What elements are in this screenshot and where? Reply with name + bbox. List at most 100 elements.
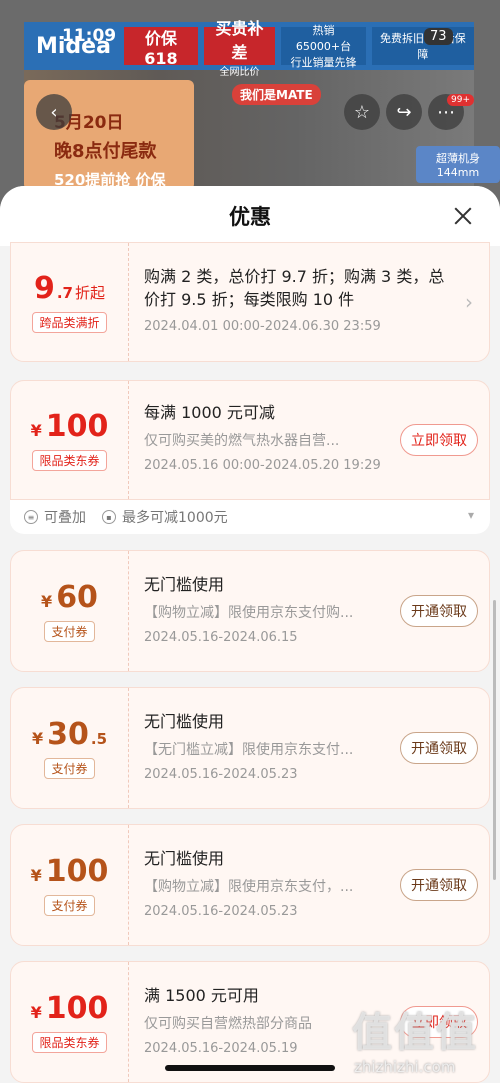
currency-symbol: ¥	[30, 866, 42, 885]
coupon-action-area: 立即领取	[389, 381, 489, 499]
coupon-footer: ≡ 可叠加 ▪ 最多可减1000元 ▾	[10, 500, 490, 534]
max-discount-info: ▪ 最多可减1000元	[102, 507, 228, 527]
stackable-label: 可叠加	[44, 510, 86, 526]
sales-chip: 热销65000+台 行业销量先锋	[281, 24, 366, 69]
claim-button[interactable]: 立即领取	[400, 424, 478, 456]
coupon-info: 无门槛使用 【购物立减】限使用京东支付，... 2024.05.16-2024.…	[129, 825, 389, 945]
coupon-title: 无门槛使用	[144, 575, 225, 594]
coupon-payment-60: ¥ 60 支付券 无门槛使用 【购物立减】限使用京东支付购... 2024.05…	[10, 550, 490, 672]
coupon-action-area: 开通领取	[389, 825, 489, 945]
coupon-detail-arrow[interactable]: ›	[449, 243, 489, 361]
price-match-chip: 买贵补差 全网比价	[203, 19, 276, 78]
share-button[interactable]: ↪	[386, 94, 422, 130]
amount-decimal: .5	[90, 730, 108, 748]
coupon-date: 2024.05.16 00:00-2024.05.20 19:29	[144, 458, 381, 473]
chevron-left-icon: ‹	[50, 101, 58, 123]
wallet-icon: ▪	[102, 510, 116, 524]
coupon-desc: 仅可购买自营燃热部分商品	[144, 1016, 312, 1032]
currency-symbol: ¥	[31, 729, 44, 748]
amount-integer: 100	[45, 409, 109, 444]
favorite-button[interactable]: ☆	[344, 94, 380, 130]
coupon-desc: 【购物立减】限使用京东支付购...	[144, 605, 354, 621]
activate-claim-button[interactable]: 开通领取	[400, 732, 478, 764]
coupon-amount-box: ¥ 100 支付券	[11, 825, 129, 945]
coupon-info: 每满 1000 元可减 仅可购买美的燃气热水器自营... 2024.05.16 …	[129, 381, 389, 499]
back-button[interactable]: ‹	[36, 94, 72, 130]
star-icon: ☆	[353, 101, 371, 123]
coupon-info: 无门槛使用 【购物立减】限使用京东支付购... 2024.05.16-2024.…	[129, 551, 389, 671]
price-match-label: 买贵补差	[215, 18, 264, 62]
share-icon: ↪	[396, 101, 412, 123]
activate-claim-button[interactable]: 开通领取	[400, 869, 478, 901]
coupon-amount: ¥ 100	[31, 409, 109, 444]
coupon-category-100: ¥ 100 限品类东券 每满 1000 元可减 仅可购买美的燃气热水器自营...…	[10, 380, 490, 500]
coupon-amount: ¥ 30 .5	[32, 717, 107, 752]
coupon-payment-100: ¥ 100 支付券 无门槛使用 【购物立减】限使用京东支付，... 2024.0…	[10, 824, 490, 946]
scrollbar[interactable]	[493, 600, 496, 880]
coupon-title: 无门槛使用	[144, 849, 225, 868]
coupon-payment-30-5: ¥ 30 .5 支付券 无门槛使用 【无门槛立减】限使用京东支付... 2024…	[10, 687, 490, 809]
coupon-info: 购满 2 类，总价打 9.7 折；购满 3 类，总价打 9.5 折；每类限购 1…	[129, 243, 449, 361]
status-time: 11:09	[62, 26, 117, 46]
price-match-sub: 全网比价	[219, 66, 260, 78]
stack-icon: ≡	[24, 510, 38, 524]
amount-integer: 60	[56, 580, 98, 615]
coupon-type-tag: 限品类东券	[32, 1032, 107, 1053]
sales-sub: 行业销量先锋	[290, 56, 357, 69]
coupon-amount-box: 9 .7 折起 跨品类满折	[11, 243, 129, 361]
coupon-date: 2024.05.16-2024.06.15	[144, 630, 298, 645]
coupon-desc: 【购物立减】限使用京东支付，...	[144, 879, 354, 895]
sales-label: 热销65000+台	[295, 24, 352, 53]
coupon-type-tag: 限品类东券	[32, 450, 107, 471]
coupon-type-tag: 支付券	[44, 895, 95, 916]
coupon-date: 2024.05.16-2024.05.23	[144, 767, 298, 782]
coupon-type-tag: 支付券	[44, 758, 95, 779]
coupon-amount-box: ¥ 60 支付券	[11, 551, 129, 671]
price-protect-chip: 价保618	[124, 27, 198, 68]
coupon-action-area: 开通领取	[389, 688, 489, 808]
activate-claim-button[interactable]: 开通领取	[400, 595, 478, 627]
amount-integer: 30	[47, 717, 89, 752]
coupon-info: 无门槛使用 【无门槛立减】限使用京东支付... 2024.05.16-2024.…	[129, 688, 389, 808]
site-watermark: 值值值 zhizhizhi.com	[352, 1000, 492, 1076]
coupon-amount-box: ¥ 30 .5 支付券	[11, 688, 129, 808]
coupon-date: 2024.04.01 00:00-2024.06.30 23:59	[144, 319, 381, 334]
coupon-type-tag: 跨品类满折	[32, 312, 107, 333]
coupon-desc: 【无门槛立减】限使用京东支付...	[144, 742, 354, 758]
coupon-amount-box: ¥ 100 限品类东券	[11, 381, 129, 499]
currency-symbol: ¥	[41, 592, 53, 611]
coupon-action-area: 开通领取	[389, 551, 489, 671]
amount-decimal: .7	[56, 284, 73, 302]
amount-integer: 9	[33, 271, 55, 306]
stackable-info: ≡ 可叠加	[24, 507, 86, 527]
coupon-title: 无门槛使用	[144, 712, 225, 731]
coupon-date: 2024.05.16-2024.05.23	[144, 904, 298, 919]
coupon-title: 每满 1000 元可减	[144, 403, 275, 422]
coupon-amount: ¥ 100	[31, 991, 109, 1026]
chevron-right-icon: ›	[465, 290, 473, 314]
sheet-header: 优惠	[0, 186, 500, 246]
watermark-logo: 值值值	[352, 1010, 478, 1056]
watermark-url: zhizhizhi.com	[354, 1058, 456, 1076]
coupon-info: 满 1500 元可用 仅可购买自营燃热部分商品 2024.05.16-2024.…	[129, 962, 389, 1082]
promo-date: 5月20日	[54, 113, 124, 133]
discount-sheet: 优惠 9 .7 折起 跨品类满折 购满 2 类，总价打 9.7 折；购满 3 类…	[0, 186, 500, 1083]
mate-label: 我们是MATE	[232, 84, 321, 105]
battery-indicator: 73	[424, 28, 453, 45]
coupon-amount-box: ¥ 100 限品类东券	[11, 962, 129, 1082]
close-icon[interactable]	[450, 203, 476, 229]
amount-integer: 100	[45, 854, 109, 889]
amount-suffix: 折起	[75, 284, 106, 302]
coupon-type-tag: 支付券	[44, 621, 95, 642]
chevron-down-icon[interactable]: ▾	[468, 508, 474, 522]
coupon-desc: 仅可购买美的燃气热水器自营...	[144, 433, 340, 449]
coupon-amount: 9 .7 折起	[34, 271, 105, 306]
thin-label: 超薄机身 144mm	[416, 146, 500, 183]
service-chip: 免费拆旧&售后保障	[371, 27, 474, 65]
coupon-title: 购满 2 类，总价打 9.7 折；购满 3 类，总价打 9.5 折；每类限购 1…	[144, 267, 445, 309]
home-indicator[interactable]	[165, 1065, 335, 1071]
max-discount-label: 最多可减1000元	[122, 510, 228, 526]
coupon-cross-category[interactable]: 9 .7 折起 跨品类满折 购满 2 类，总价打 9.7 折；购满 3 类，总价…	[10, 242, 490, 362]
coupon-amount: ¥ 100	[31, 854, 109, 889]
message-badge: 99+	[447, 94, 474, 106]
